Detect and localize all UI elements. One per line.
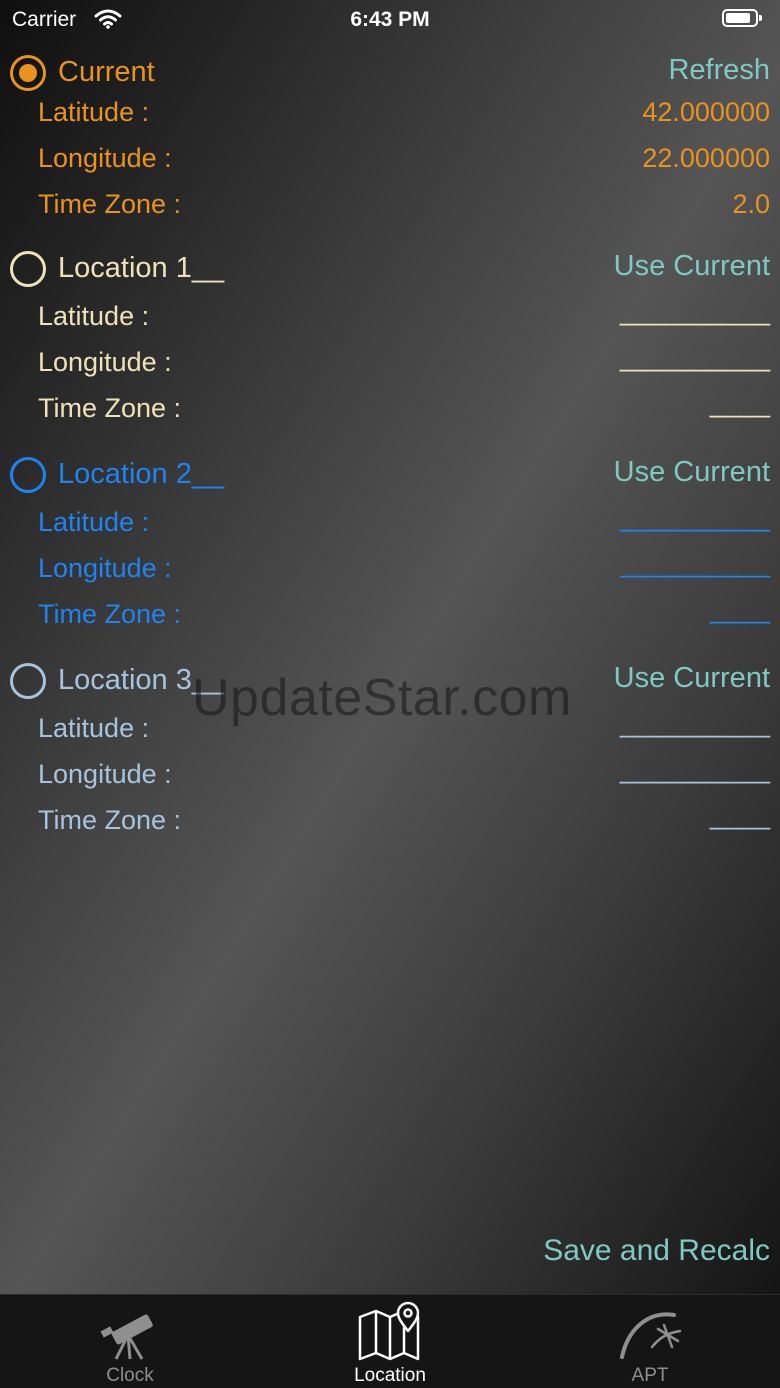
location-1-radio-button[interactable] xyxy=(10,251,46,287)
apt-icon xyxy=(620,1312,682,1359)
timezone-value[interactable]: ____ xyxy=(710,594,770,625)
tab-location[interactable]: Location xyxy=(260,1295,520,1388)
tab-clock[interactable]: Clock xyxy=(0,1295,260,1388)
refresh-button[interactable]: Refresh xyxy=(668,54,770,87)
longitude-label: Longitude : xyxy=(38,347,172,377)
longitude-value[interactable]: __________ xyxy=(620,342,770,373)
timezone-value[interactable]: ____ xyxy=(710,800,770,831)
location-3-radio-button[interactable] xyxy=(10,663,46,699)
timezone-label: Time Zone : xyxy=(38,805,182,835)
timezone-label: Time Zone : xyxy=(38,393,182,423)
save-and-recalc-button[interactable]: Save and Recalc xyxy=(543,1234,770,1268)
location-2-section: Location 2__ Use Current Latitude : ____… xyxy=(0,456,780,646)
latitude-label: Latitude : xyxy=(38,301,150,331)
clock-time: 6:43 PM xyxy=(350,8,430,31)
location-3-use-current-button[interactable]: Use Current xyxy=(614,662,770,695)
current-title: Current xyxy=(58,56,155,88)
latitude-label: Latitude : xyxy=(38,507,150,537)
latitude-value: 42.000000 xyxy=(642,97,770,127)
battery-icon xyxy=(722,9,762,27)
watermark: UpdateStar.com xyxy=(192,669,572,727)
tab-bar: Clock Location APT xyxy=(0,1294,780,1388)
latitude-label: Latitude : xyxy=(38,97,150,127)
location-2-radio-button[interactable] xyxy=(10,457,46,493)
longitude-label: Longitude : xyxy=(38,759,172,789)
location-1-section: Location 1__ Use Current Latitude : ____… xyxy=(0,250,780,440)
tab-apt-label: APT xyxy=(631,1365,669,1386)
longitude-label: Longitude : xyxy=(38,143,172,173)
location-2-use-current-button[interactable]: Use Current xyxy=(614,456,770,489)
timezone-value[interactable]: ____ xyxy=(710,388,770,419)
longitude-label: Longitude : xyxy=(38,553,172,583)
latitude-value[interactable]: __________ xyxy=(620,502,770,533)
latitude-value[interactable]: __________ xyxy=(620,296,770,327)
telescope-icon xyxy=(100,1314,153,1360)
location-2-title[interactable]: Location 2__ xyxy=(58,458,224,491)
longitude-value[interactable]: __________ xyxy=(620,754,770,785)
tab-apt[interactable]: APT xyxy=(520,1295,780,1388)
current-location-section: Current Refresh Latitude : 42.000000 Lon… xyxy=(0,54,780,244)
tab-location-label: Location xyxy=(354,1365,426,1386)
tab-clock-label: Clock xyxy=(106,1365,154,1386)
map-pin-icon xyxy=(358,1301,420,1361)
timezone-label: Time Zone : xyxy=(38,189,182,219)
location-1-title[interactable]: Location 1__ xyxy=(58,252,224,285)
latitude-value[interactable]: __________ xyxy=(620,708,770,739)
latitude-label: Latitude : xyxy=(38,713,150,743)
current-radio-button[interactable] xyxy=(10,55,46,91)
status-bar: Carrier 6:43 PM xyxy=(0,0,780,40)
location-1-use-current-button[interactable]: Use Current xyxy=(614,250,770,283)
timezone-label: Time Zone : xyxy=(38,599,182,629)
timezone-value: 2.0 xyxy=(732,189,770,219)
longitude-value[interactable]: __________ xyxy=(620,548,770,579)
longitude-value: 22.000000 xyxy=(642,143,770,173)
